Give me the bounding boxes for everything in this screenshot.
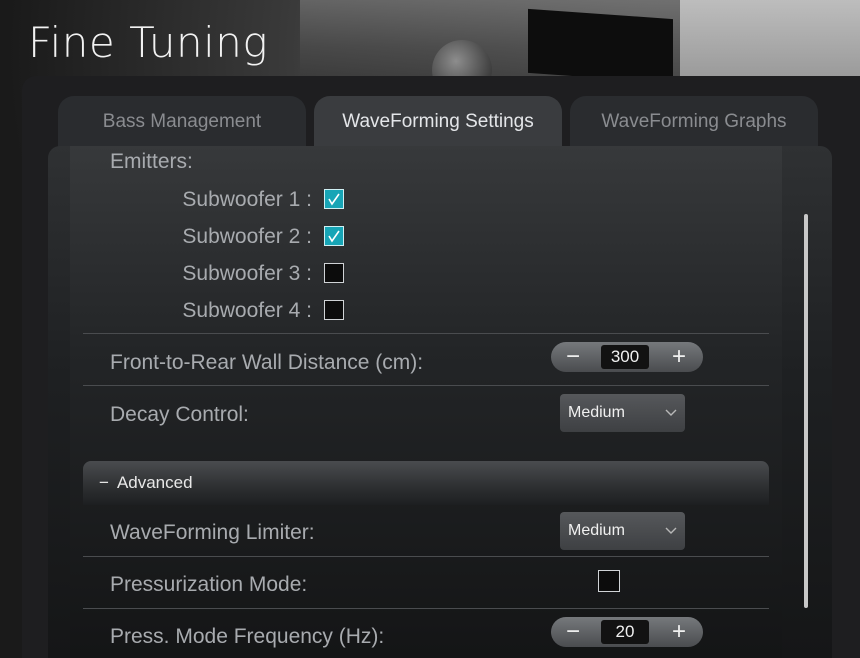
tab-bass-management[interactable]: Bass Management bbox=[58, 96, 306, 148]
divider bbox=[83, 333, 769, 334]
front-rear-distance-stepper: − 300 + bbox=[551, 342, 703, 372]
divider bbox=[83, 556, 769, 557]
waveforming-limiter-select[interactable]: Medium bbox=[560, 512, 685, 550]
check-icon bbox=[328, 230, 340, 243]
pressurization-mode-checkbox[interactable] bbox=[598, 570, 620, 592]
waveforming-limiter-label: WaveForming Limiter: bbox=[110, 521, 315, 544]
front-rear-distance-label: Front-to-Rear Wall Distance (cm): bbox=[110, 351, 424, 374]
pressurization-mode-label: Pressurization Mode: bbox=[110, 573, 308, 596]
check-icon bbox=[328, 193, 340, 206]
advanced-label: Advanced bbox=[116, 473, 193, 492]
subwoofer-4-label: Subwoofer 4 : bbox=[182, 299, 312, 322]
emitters-label: Emitters: bbox=[110, 150, 193, 173]
background-screen bbox=[528, 8, 673, 84]
front-rear-distance-value[interactable]: 300 bbox=[601, 345, 649, 369]
tab-label: Bass Management bbox=[102, 111, 262, 132]
divider bbox=[83, 385, 769, 386]
scrollbar[interactable] bbox=[804, 214, 808, 608]
subwoofer-1-checkbox[interactable] bbox=[324, 189, 344, 209]
tab-label: WaveForming Settings bbox=[342, 111, 534, 132]
minus-button[interactable]: − bbox=[551, 617, 595, 647]
press-mode-frequency-stepper: − 20 + bbox=[551, 617, 703, 647]
subwoofer-4-checkbox[interactable] bbox=[324, 300, 344, 320]
tab-waveforming-graphs[interactable]: WaveForming Graphs bbox=[570, 96, 818, 148]
divider bbox=[83, 608, 769, 609]
subwoofer-3-checkbox[interactable] bbox=[324, 263, 344, 283]
press-mode-frequency-label: Press. Mode Frequency (Hz): bbox=[110, 625, 385, 648]
waveforming-limiter-value: Medium bbox=[568, 522, 625, 539]
tab-waveforming-settings[interactable]: WaveForming Settings bbox=[314, 96, 562, 148]
chevron-down-icon bbox=[665, 409, 677, 416]
advanced-section-header[interactable]: − Advanced bbox=[83, 461, 769, 505]
collapse-icon: − bbox=[99, 473, 109, 492]
decay-control-label: Decay Control: bbox=[110, 403, 249, 426]
decay-control-select[interactable]: Medium bbox=[560, 394, 685, 432]
decay-control-value: Medium bbox=[568, 404, 625, 421]
subwoofer-2-label: Subwoofer 2 : bbox=[182, 225, 312, 248]
chevron-down-icon bbox=[665, 527, 677, 534]
subwoofer-3-label: Subwoofer 3 : bbox=[182, 262, 312, 285]
minus-button[interactable]: − bbox=[551, 342, 595, 372]
page-title: Fine Tuning bbox=[28, 18, 269, 67]
tab-label: WaveForming Graphs bbox=[601, 111, 787, 132]
plus-button[interactable]: + bbox=[657, 342, 701, 372]
plus-button[interactable]: + bbox=[657, 617, 701, 647]
subwoofer-1-label: Subwoofer 1 : bbox=[182, 188, 312, 211]
background-device-right bbox=[680, 0, 860, 78]
subwoofer-2-checkbox[interactable] bbox=[324, 226, 344, 246]
press-mode-frequency-value[interactable]: 20 bbox=[601, 620, 649, 644]
